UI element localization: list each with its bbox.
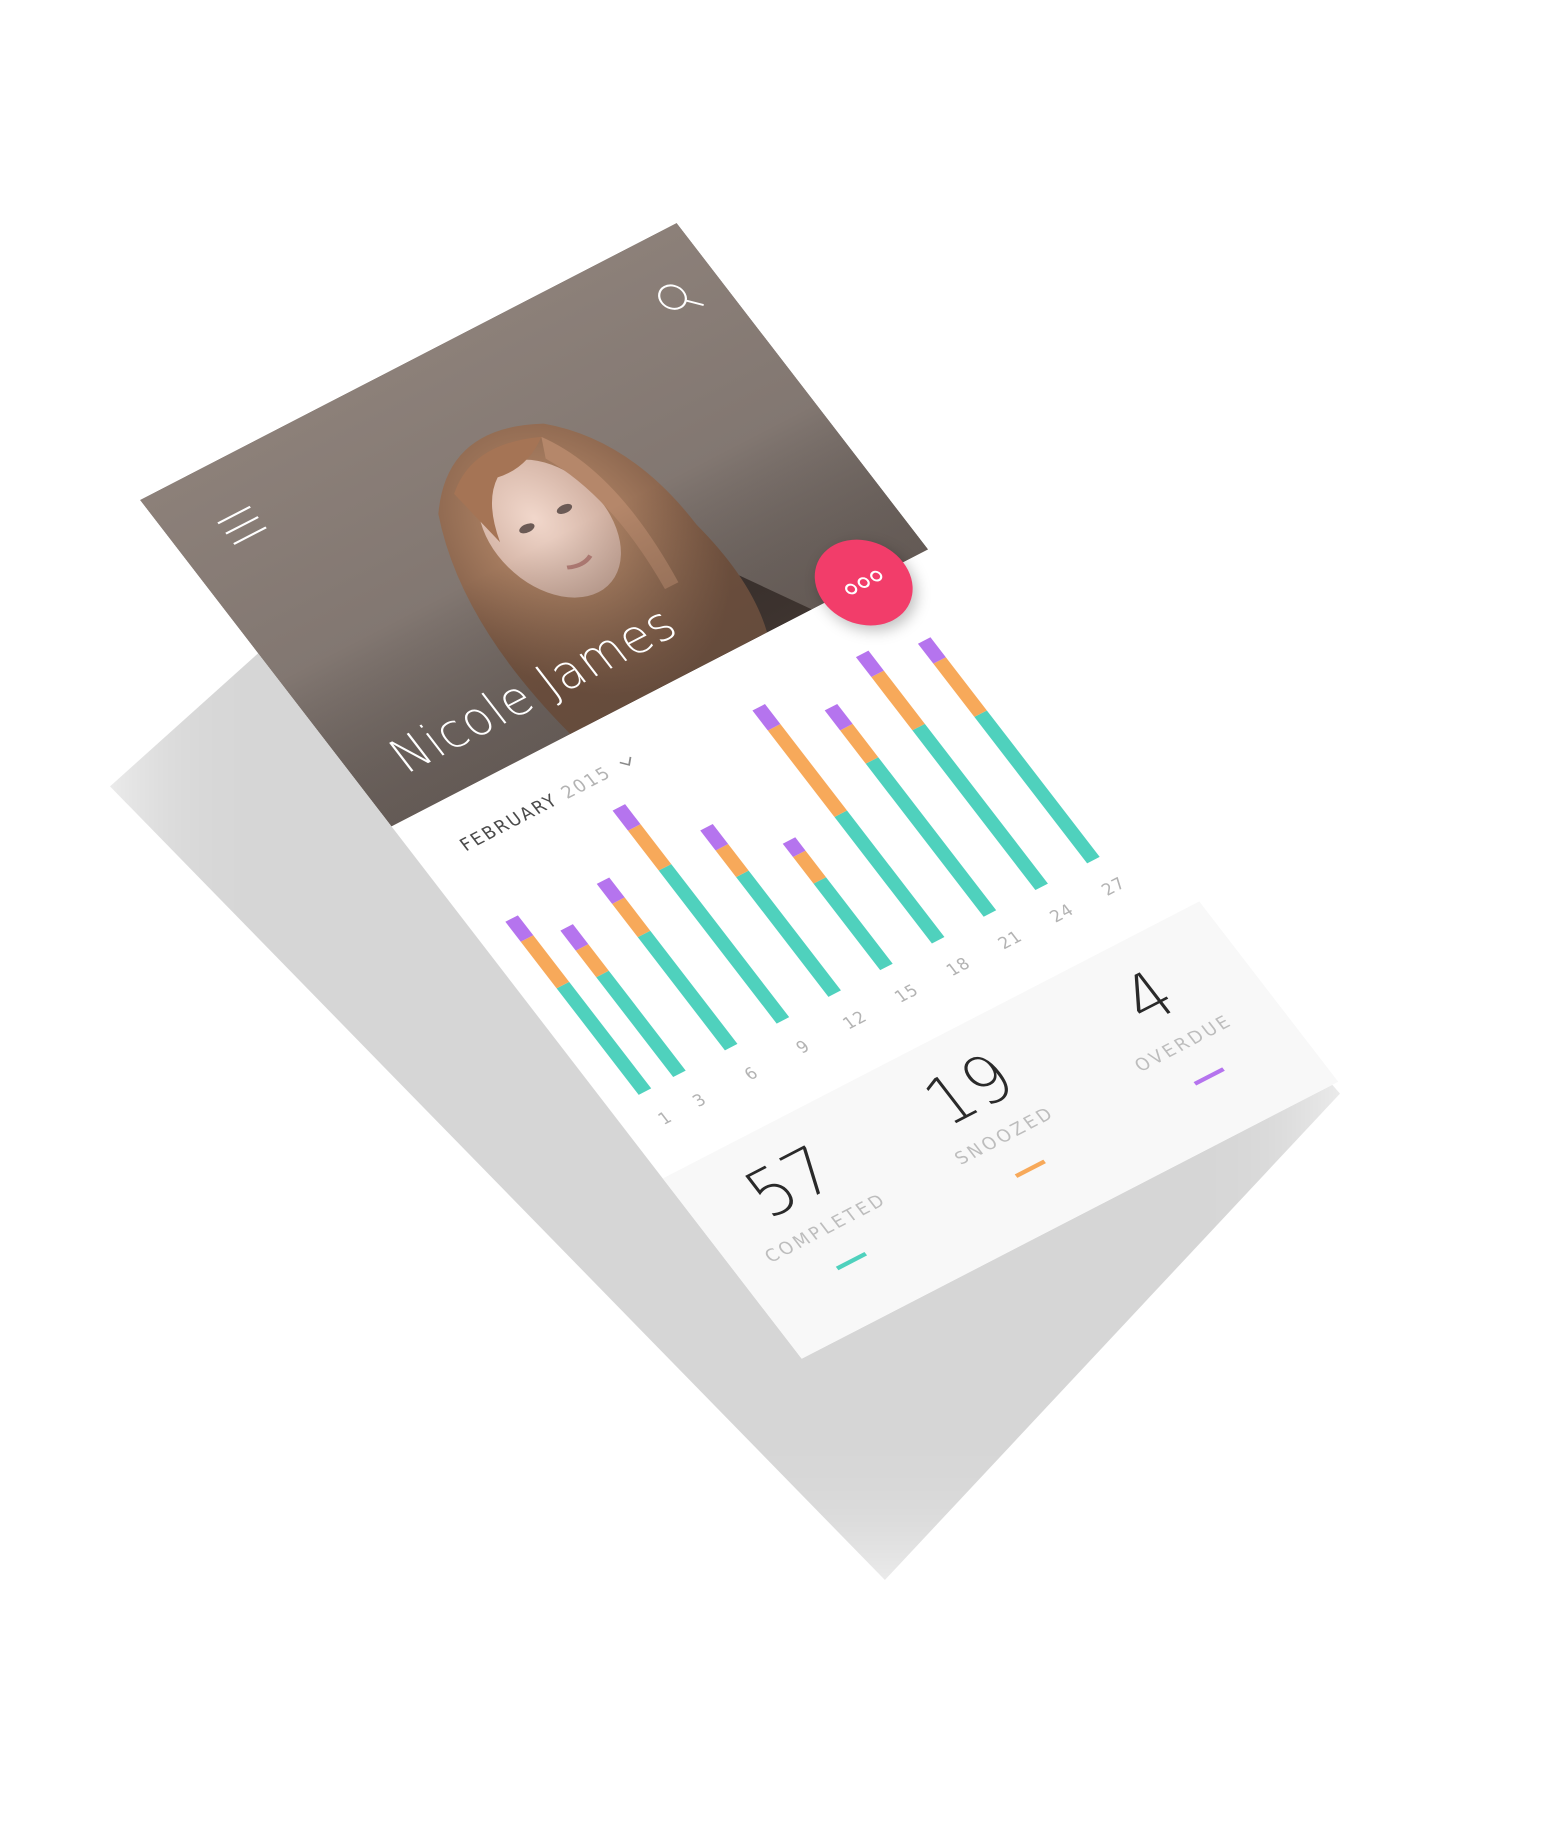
x-tick-label: 24	[1045, 899, 1078, 926]
bar-snoozed-3	[575, 944, 609, 978]
bar-completed-24	[912, 723, 1048, 891]
bar-completed-21	[865, 757, 997, 917]
overdue-indicator	[1193, 1067, 1226, 1086]
bar-snoozed-15	[792, 850, 827, 884]
bar-snoozed-9	[627, 824, 672, 871]
snoozed-indicator	[1014, 1159, 1047, 1179]
x-tick-label: 12	[838, 1006, 871, 1033]
bar-completed-27	[974, 710, 1100, 864]
completed-indicator	[836, 1252, 868, 1271]
x-tick-label: 15	[890, 980, 923, 1007]
bar-completed-3	[596, 970, 686, 1078]
bar-snoozed-1	[520, 935, 570, 989]
bar-snoozed-21	[840, 723, 879, 764]
stage: Nicole James FEBRUARY2015 1 3 6 9 12 15 18 21 24…	[0, 0, 1542, 1847]
x-tick-label: 18	[942, 953, 975, 980]
x-tick-label: 3	[688, 1089, 711, 1111]
bar-snoozed-12	[715, 844, 749, 878]
bar-snoozed-6	[612, 897, 651, 938]
x-tick-label: 27	[1097, 873, 1130, 900]
x-tick-label: 9	[792, 1036, 815, 1058]
x-tick-label: 1	[654, 1107, 677, 1129]
bar-snoozed-18	[767, 724, 848, 818]
bar-completed-15	[813, 877, 893, 971]
bar-completed-9	[658, 864, 790, 1024]
bar-snoozed-27	[933, 657, 987, 717]
bar-snoozed-24	[871, 670, 925, 731]
x-tick-label: 6	[740, 1062, 763, 1084]
x-tick-label: 21	[994, 926, 1027, 953]
